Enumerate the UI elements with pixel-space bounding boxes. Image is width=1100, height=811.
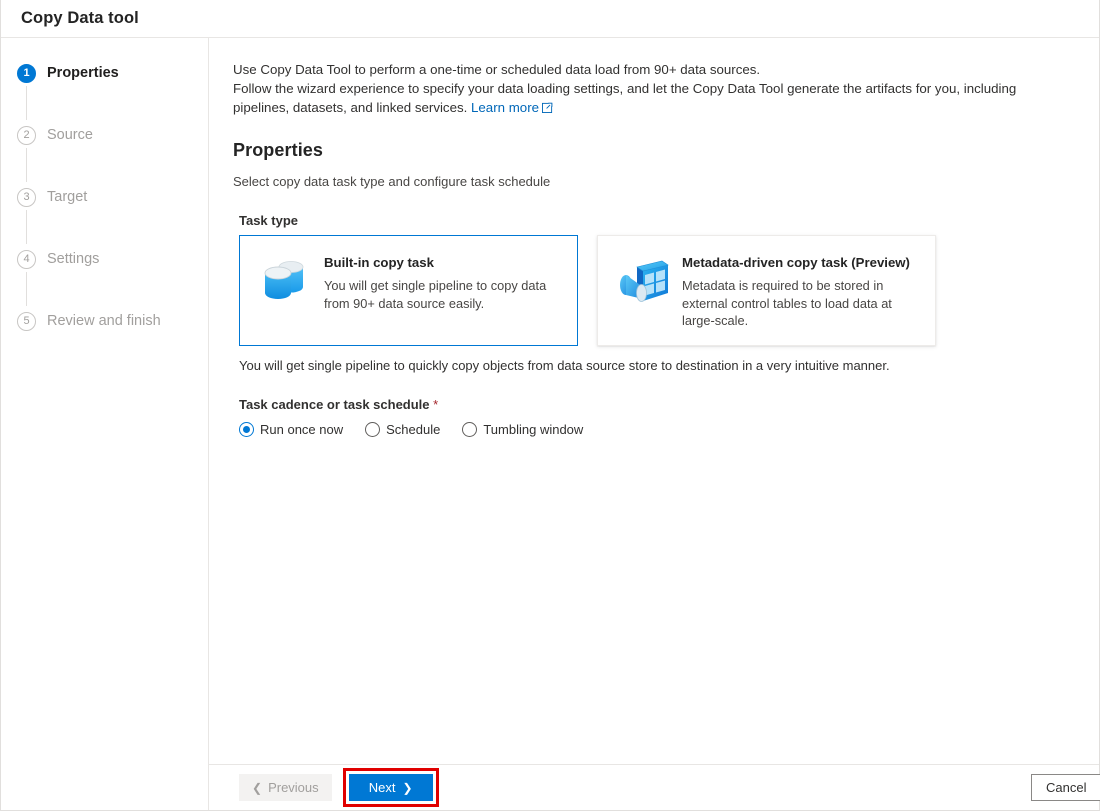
sidebar-step-review-and-finish[interactable]: 5 Review and finish (1, 306, 208, 336)
chevron-left-icon: ❮ (252, 780, 263, 795)
radio-run-once-now[interactable]: Run once now (239, 422, 343, 437)
dialog-title: Copy Data tool (21, 9, 139, 27)
dialog-titlebar: Copy Data tool (1, 0, 1099, 38)
step-label-properties: Properties (47, 65, 119, 81)
step-connector-3 (26, 210, 27, 244)
next-button-highlight: Next ❯ (342, 768, 439, 807)
radio-dot-schedule (365, 422, 381, 437)
step-label-review-and-finish: Review and finish (47, 313, 161, 329)
radio-schedule[interactable]: Schedule (365, 422, 440, 437)
next-button-label: Next (368, 780, 396, 795)
required-asterisk: * (433, 397, 439, 412)
sidebar-step-source[interactable]: 2 Source (1, 120, 208, 182)
intro-line-1: Use Copy Data Tool to perform a one-time… (233, 62, 761, 77)
radio-tumbling-window[interactable]: Tumbling window (462, 422, 583, 437)
built-in-copy-task-text: Built-in copy task You will get single p… (316, 251, 563, 312)
step-label-settings: Settings (47, 251, 100, 267)
radio-label-schedule: Schedule (386, 422, 441, 437)
task-cadence-label-text: Task cadence or task schedule (239, 397, 430, 412)
step-connector-1 (26, 86, 27, 120)
dialog-body: 1 Properties 2 Source 3 Target 4 Setting… (1, 38, 1100, 810)
step-label-source: Source (47, 127, 93, 143)
cancel-button[interactable]: Cancel (1031, 774, 1100, 801)
task-type-card-metadata-driven-copy-task[interactable]: Metadata-driven copy task (Preview) Meta… (597, 235, 936, 346)
next-button[interactable]: Next ❯ (348, 774, 433, 801)
section-heading-properties: Properties (233, 140, 324, 160)
metadata-driven-copy-task-text: Metadata-driven copy task (Preview) Meta… (674, 251, 921, 330)
metadata-table-funnel-icon (612, 251, 674, 311)
built-in-copy-task-title: Built-in copy task (324, 255, 434, 270)
wizard-main-panel: Use Copy Data Tool to perform a one-time… (209, 38, 1100, 810)
step-label-target: Target (47, 189, 88, 205)
previous-button[interactable]: ❮ Previous (239, 774, 332, 801)
radio-label-run-once-now: Run once now (260, 422, 344, 437)
task-type-card-built-in-copy-task[interactable]: Built-in copy task You will get single p… (239, 235, 578, 346)
task-cadence-label: Task cadence or task schedule * (233, 397, 1075, 412)
radio-label-tumbling-window: Tumbling window (483, 422, 584, 437)
task-type-label-text: Task type (239, 213, 299, 228)
step-connector-2 (26, 148, 27, 182)
database-stack-icon (254, 251, 316, 307)
sidebar-step-settings[interactable]: 4 Settings (1, 244, 208, 306)
copy-data-tool-dialog: Copy Data tool 1 Properties 2 Source 3 T… (0, 0, 1100, 811)
learn-more-link[interactable]: Learn more (471, 100, 539, 115)
previous-button-label: Previous (268, 780, 319, 795)
chevron-right-icon: ❯ (402, 780, 413, 795)
task-type-note: You will get single pipeline to quickly … (239, 358, 890, 373)
dialog-footer: ❮ Previous Next ❯ Cancel (209, 764, 1100, 810)
step-number-badge-1: 1 (17, 63, 36, 83)
metadata-driven-copy-task-description: Metadata is required to be stored in ext… (682, 278, 892, 328)
task-type-card-group: Built-in copy task You will get single p… (233, 235, 1075, 346)
task-cadence-radio-group: Run once now Schedule Tumbling window (233, 422, 1075, 437)
intro-line-2: Follow the wizard experience to specify … (233, 81, 1017, 115)
cancel-button-label: Cancel (1046, 780, 1087, 795)
radio-dot-run-once-now (239, 422, 254, 437)
step-connector-4 (26, 272, 27, 306)
step-number-badge-2: 2 (17, 125, 36, 145)
step-number-badge-3: 3 (17, 187, 36, 207)
step-number-badge-5: 5 (17, 311, 36, 331)
intro-text: Use Copy Data Tool to perform a one-time… (233, 60, 1075, 118)
sidebar-step-properties[interactable]: 1 Properties (1, 58, 208, 120)
task-type-label: Task type (233, 213, 1075, 228)
external-link-icon (542, 99, 553, 118)
section-subheading: Select copy data task type and configure… (233, 174, 551, 189)
properties-step-content: Use Copy Data Tool to perform a one-time… (209, 38, 1099, 764)
sidebar-step-target[interactable]: 3 Target (1, 182, 208, 244)
built-in-copy-task-description: You will get single pipeline to copy dat… (324, 278, 547, 311)
radio-dot-tumbling-window (462, 422, 478, 437)
step-number-badge-4: 4 (17, 249, 36, 269)
wizard-step-sidebar: 1 Properties 2 Source 3 Target 4 Setting… (1, 38, 209, 810)
metadata-driven-copy-task-title: Metadata-driven copy task (Preview) (682, 255, 910, 270)
